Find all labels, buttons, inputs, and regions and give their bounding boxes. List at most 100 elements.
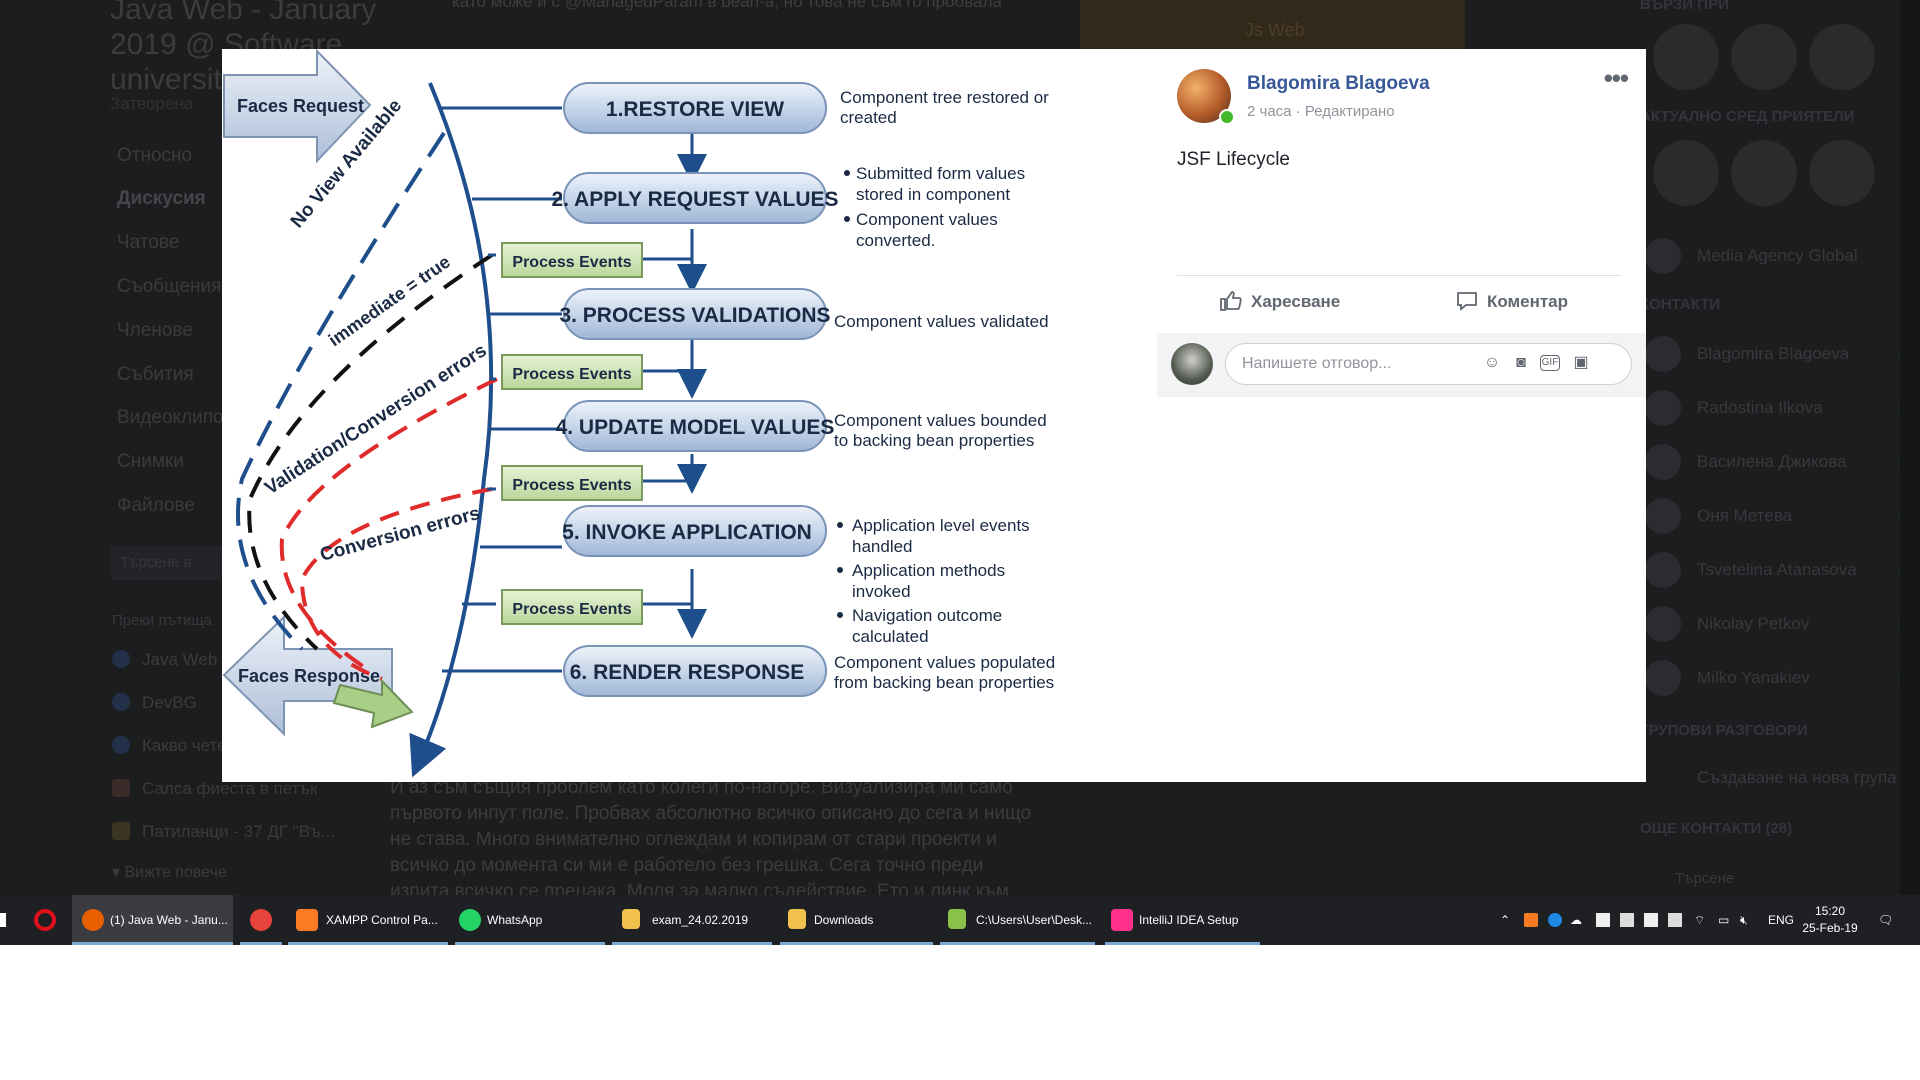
note-text: Navigation outcome	[852, 606, 1002, 625]
page-scrollbar[interactable]	[1900, 0, 1920, 895]
nav-members[interactable]: Членове	[117, 320, 193, 342]
birthdays-heading: ВЪРЗИ ПРИ	[1640, 0, 1729, 13]
nav-files[interactable]: Файлове	[117, 495, 195, 517]
nav-discussion[interactable]: Дискусия	[117, 188, 206, 210]
step-update-model-values: 4. UPDATE MODEL VALUES	[556, 400, 835, 452]
contact-row[interactable]: Василена Джикова	[1645, 444, 1915, 484]
friend-avatar[interactable]	[1731, 24, 1797, 90]
tray-doc-icon[interactable]	[1668, 913, 1682, 927]
contact-row[interactable]: Milko Yanakiev	[1645, 660, 1915, 700]
taskbar-firefox[interactable]: (1) Java Web - Janu...	[72, 895, 233, 945]
post-author[interactable]: Blagomira Blagoeva	[1247, 73, 1430, 95]
main-flow-line	[409, 82, 494, 778]
svg-text:3. PROCESS VALIDATIONS: 3. PROCESS VALIDATIONS	[559, 304, 830, 327]
validation-errors-label: Validation/Conversion errors	[261, 340, 490, 499]
nav-photos[interactable]: Снимки	[117, 451, 184, 473]
wifi-icon[interactable]: ⌔	[1694, 895, 1705, 945]
note-text: Component tree restored or	[840, 88, 1049, 107]
jsf-lifecycle-diagram: Faces Request Faces Response No View Ava…	[222, 49, 1055, 778]
comment-button[interactable]: Коментар	[1455, 289, 1568, 321]
note-text: invoked	[852, 582, 911, 601]
reply-area: Напишете отговор... ☺ ◙ GIF ▣	[1157, 333, 1646, 397]
taskbar-folder-exam[interactable]: exam_24.02.2019	[612, 895, 772, 945]
page-row[interactable]: Media Agency Global	[1645, 238, 1915, 278]
note-text: calculated	[852, 627, 929, 646]
folder-icon	[788, 909, 806, 929]
more-contacts-heading: ОЩЕ КОНТАКТИ (28)	[1640, 820, 1793, 837]
note-text: converted.	[856, 231, 935, 250]
taskbar-chrome[interactable]	[240, 895, 282, 945]
friend-avatar[interactable]	[1809, 24, 1875, 90]
contacts-heading: КОНТАКТИ	[1640, 296, 1721, 313]
gif-icon[interactable]: GIF	[1540, 355, 1560, 371]
step-restore-view: 1.RESTORE VIEW	[563, 82, 827, 134]
comment-icon	[1457, 292, 1477, 311]
taskbar-xampp[interactable]: XAMPP Control Pa...	[288, 895, 448, 945]
shortcut-item[interactable]: Патиланци - 37 ДГ "Въ...	[112, 822, 335, 846]
tray-app-icon[interactable]	[1548, 913, 1562, 927]
svg-text:Process Events: Process Events	[512, 601, 631, 618]
camera-icon[interactable]: ◙	[1510, 352, 1532, 374]
contact-row[interactable]: Blagomira Blagoeva	[1645, 336, 1915, 376]
taskbar-intellij[interactable]: IntelliJ IDEA Setup	[1105, 895, 1260, 945]
svg-text:4. UPDATE MODEL VALUES: 4. UPDATE MODEL VALUES	[556, 416, 835, 439]
conversion-errors-label: Conversion errors	[318, 503, 483, 566]
tray-chevron-up-icon[interactable]: ⌃	[1500, 895, 1510, 945]
svg-text:1.RESTORE VIEW: 1.RESTORE VIEW	[606, 98, 784, 121]
shortcut-item[interactable]: Java Web	[112, 650, 217, 674]
start-edge[interactable]	[0, 913, 6, 927]
tray-doc-icon[interactable]	[1644, 913, 1658, 927]
shortcut-item[interactable]: Салса фиеста в петък	[112, 779, 317, 803]
contact-row[interactable]: Tsvetelina Atanasova	[1645, 552, 1915, 592]
friend-avatar[interactable]	[1653, 140, 1719, 206]
nav-messages[interactable]: Съобщения	[117, 276, 221, 298]
clock-time: 15:20	[1814, 904, 1846, 918]
contact-row[interactable]: Nikolay Petkov	[1645, 606, 1915, 646]
taskbar-whatsapp[interactable]: WhatsApp	[455, 895, 605, 945]
tray-doc-icon[interactable]	[1596, 913, 1610, 927]
battery-icon[interactable]: ▭	[1718, 895, 1729, 945]
friend-avatar[interactable]	[1809, 140, 1875, 206]
note-text: Component values	[856, 210, 998, 229]
note-text: handled	[852, 537, 913, 556]
note-text: Submitted form values	[856, 164, 1025, 183]
like-button[interactable]: Харесване	[1219, 289, 1340, 321]
more-options-icon[interactable]: •••	[1604, 63, 1629, 94]
friend-avatar[interactable]	[1731, 140, 1797, 206]
group-icon	[112, 736, 130, 754]
opera-icon	[34, 909, 56, 931]
volume-muted-icon[interactable]: 🔇︎	[1740, 895, 1748, 945]
taskbar-folder-downloads[interactable]: Downloads	[780, 895, 933, 945]
nav-chats[interactable]: Чатове	[117, 232, 179, 254]
taskbar-notepad[interactable]: C:\Users\User\Desk...	[940, 895, 1095, 945]
svg-text:2. APPLY REQUEST VALUES: 2. APPLY REQUEST VALUES	[551, 188, 838, 211]
opera-button[interactable]	[30, 895, 64, 945]
tray-doc-icon[interactable]	[1620, 913, 1634, 927]
user-avatar	[1171, 343, 1213, 385]
calendar-icon	[112, 779, 130, 797]
see-more-link[interactable]: ▾ Вижте повече	[112, 862, 227, 886]
shortcut-item[interactable]: Какво четем	[112, 736, 238, 760]
step-invoke-application: 5. INVOKE APPLICATION	[562, 505, 827, 557]
contact-row[interactable]: Оня Метева	[1645, 498, 1915, 538]
nav-about[interactable]: Относно	[117, 145, 192, 167]
onedrive-icon[interactable]: ☁	[1570, 895, 1582, 945]
post-meta: 2 часа · Редактирано	[1247, 103, 1395, 120]
emoji-icon[interactable]: ☺	[1481, 352, 1503, 374]
new-group-button[interactable]: Създаване на нова група	[1645, 760, 1915, 800]
notifications-icon[interactable]: 🗨︎	[1878, 895, 1893, 945]
shortcut-item[interactable]: DevBG	[112, 693, 197, 717]
nav-events[interactable]: Събития	[117, 364, 194, 386]
language-indicator[interactable]: ENG	[1768, 895, 1794, 945]
windows-taskbar: (1) Java Web - Janu... XAMPP Control Pa.…	[0, 895, 1920, 945]
tray-xampp-icon[interactable]	[1524, 913, 1538, 927]
svg-text:Process Events: Process Events	[512, 366, 631, 383]
note-text: Application level events	[852, 516, 1030, 535]
contact-row[interactable]: Radostina Ilkova	[1645, 390, 1915, 430]
clock[interactable]: 15:20 25-Feb-19	[1798, 903, 1862, 937]
sticker-icon[interactable]: ▣	[1570, 352, 1592, 374]
whatsapp-icon	[459, 909, 481, 931]
friend-avatar[interactable]	[1653, 24, 1719, 90]
process-events-box: Process Events	[501, 354, 643, 390]
background-post-text: И аз съм същия проблем като колеги по-на…	[390, 777, 1032, 902]
